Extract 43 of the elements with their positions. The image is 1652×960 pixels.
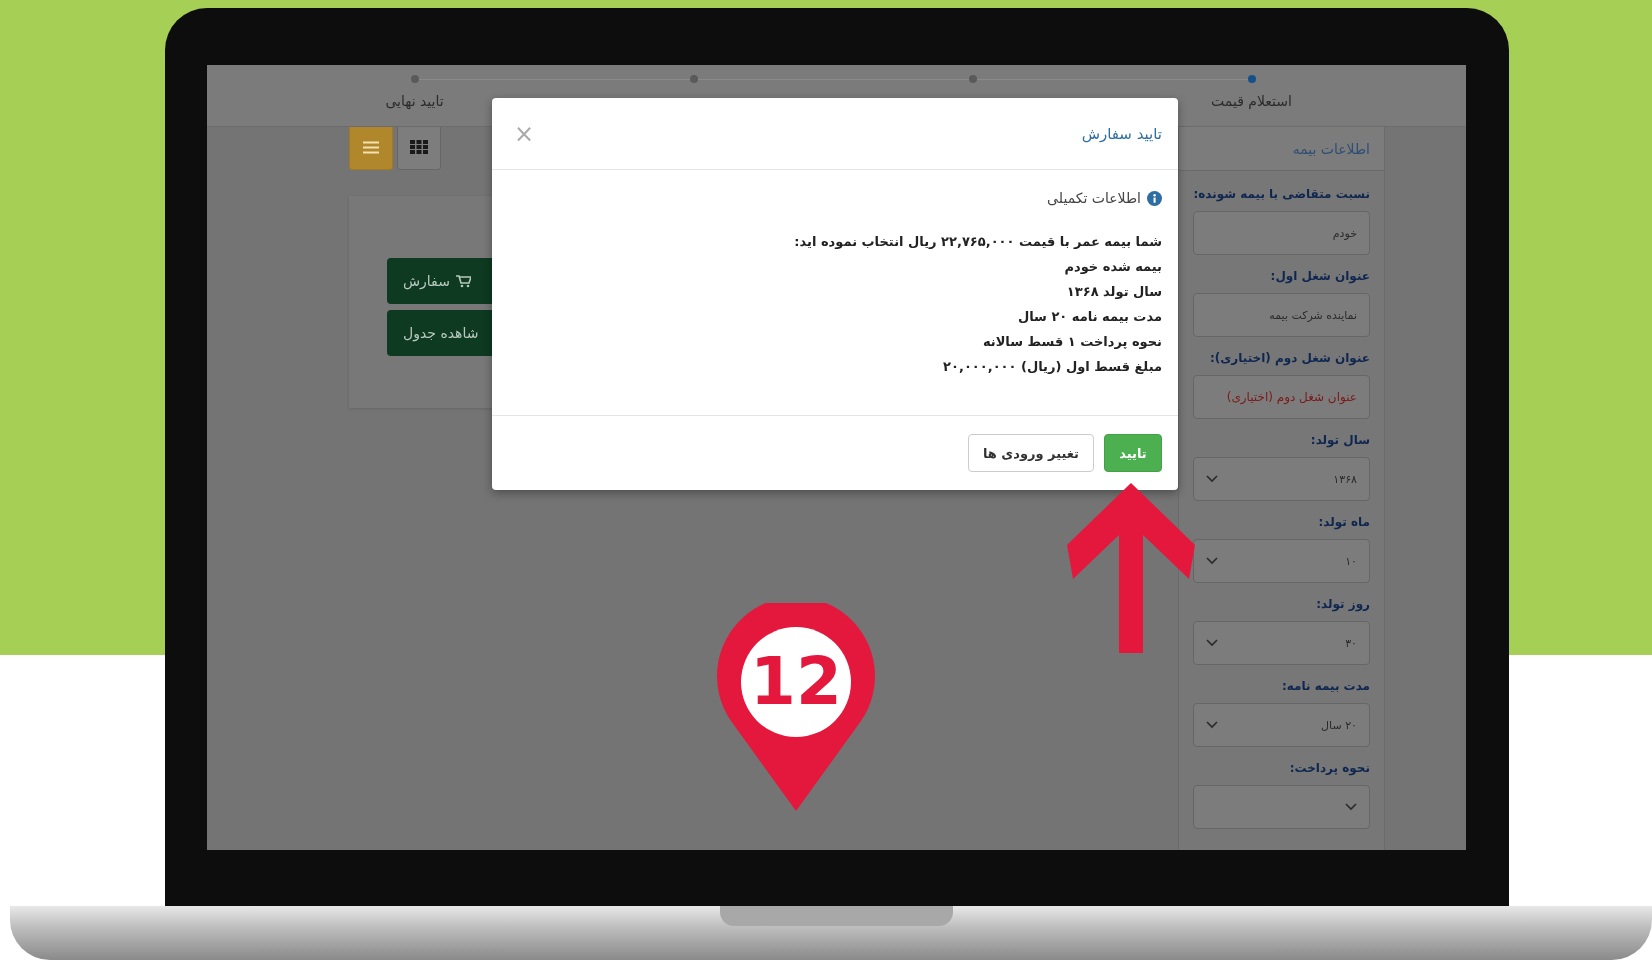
input-field[interactable]: نماینده شرکت بیمه bbox=[1193, 293, 1370, 337]
select-field[interactable]: ۲۰ سال bbox=[1193, 703, 1370, 747]
select-field[interactable] bbox=[1193, 785, 1370, 829]
select-field[interactable]: ۱۳۶۸ bbox=[1193, 457, 1370, 501]
chevron-down-icon bbox=[1206, 475, 1218, 483]
chevron-down-icon bbox=[1206, 721, 1218, 729]
select-field[interactable]: ۱۰ bbox=[1193, 539, 1370, 583]
dialog-title: تایید سفارش bbox=[1081, 124, 1162, 143]
edit-inputs-button[interactable]: تغییر ورودی ها bbox=[967, 434, 1094, 472]
field-label: روز تولد: bbox=[1315, 597, 1370, 611]
chevron-down-icon bbox=[1345, 803, 1357, 811]
menu-icon bbox=[363, 140, 379, 154]
info-icon bbox=[1147, 190, 1162, 206]
summary-line: مبلغ قسط اول (ریال) ۲۰,۰۰۰,۰۰۰ bbox=[942, 359, 1162, 374]
summary-line: مدت بیمه نامه ۲۰ سال bbox=[1016, 309, 1162, 324]
summary-line: نحوه پرداخت ۱ قسط سالانه bbox=[981, 334, 1162, 349]
step-label[interactable]: استعلام قیمت bbox=[1211, 93, 1292, 109]
input-field[interactable]: خودم bbox=[1193, 211, 1370, 255]
field-label: نسبت متقاضی با بیمه شونده: bbox=[1193, 187, 1370, 201]
select-field[interactable]: ۳۰ bbox=[1193, 621, 1370, 665]
summary-line: بیمه شده خودم bbox=[1063, 259, 1162, 274]
close-button[interactable]: × bbox=[514, 119, 535, 148]
field-label: ماه تولد: bbox=[1317, 515, 1370, 529]
list-view-button[interactable] bbox=[349, 124, 393, 170]
chevron-down-icon bbox=[1206, 639, 1218, 647]
arrow-up-icon bbox=[1067, 483, 1195, 653]
step-label[interactable]: تایید نهایی bbox=[385, 93, 444, 109]
field-label: سال تولد: bbox=[1309, 433, 1370, 447]
field-label: نحوه پرداخت: bbox=[1288, 761, 1370, 775]
step-number-pin: 12 bbox=[717, 603, 875, 811]
field-label: مدت بیمه نامه: bbox=[1280, 679, 1370, 693]
grid-view-button[interactable] bbox=[397, 124, 441, 170]
chevron-down-icon bbox=[1206, 557, 1218, 565]
field-label: عنوان شغل اول: bbox=[1269, 269, 1370, 283]
confirm-button[interactable]: تایید bbox=[1104, 434, 1162, 472]
grid-icon bbox=[410, 140, 428, 154]
summary-line: سال تولد ۱۳۶۸ bbox=[1065, 284, 1162, 299]
section-heading: اطلاعات تکمیلی bbox=[1047, 190, 1141, 206]
panel-title: اطلاعات بیمه bbox=[1292, 140, 1370, 157]
field-label: عنوان شغل دوم (اختیاری): bbox=[1209, 351, 1370, 365]
summary-line: شما بیمه عمر با قیمت ۲۲,۷۶۵,۰۰۰ ریال انتخاب نموده اید: bbox=[793, 234, 1162, 249]
input-field[interactable]: عنوان شغل دوم (اختیاری) bbox=[1193, 375, 1370, 419]
cart-icon bbox=[455, 274, 471, 288]
